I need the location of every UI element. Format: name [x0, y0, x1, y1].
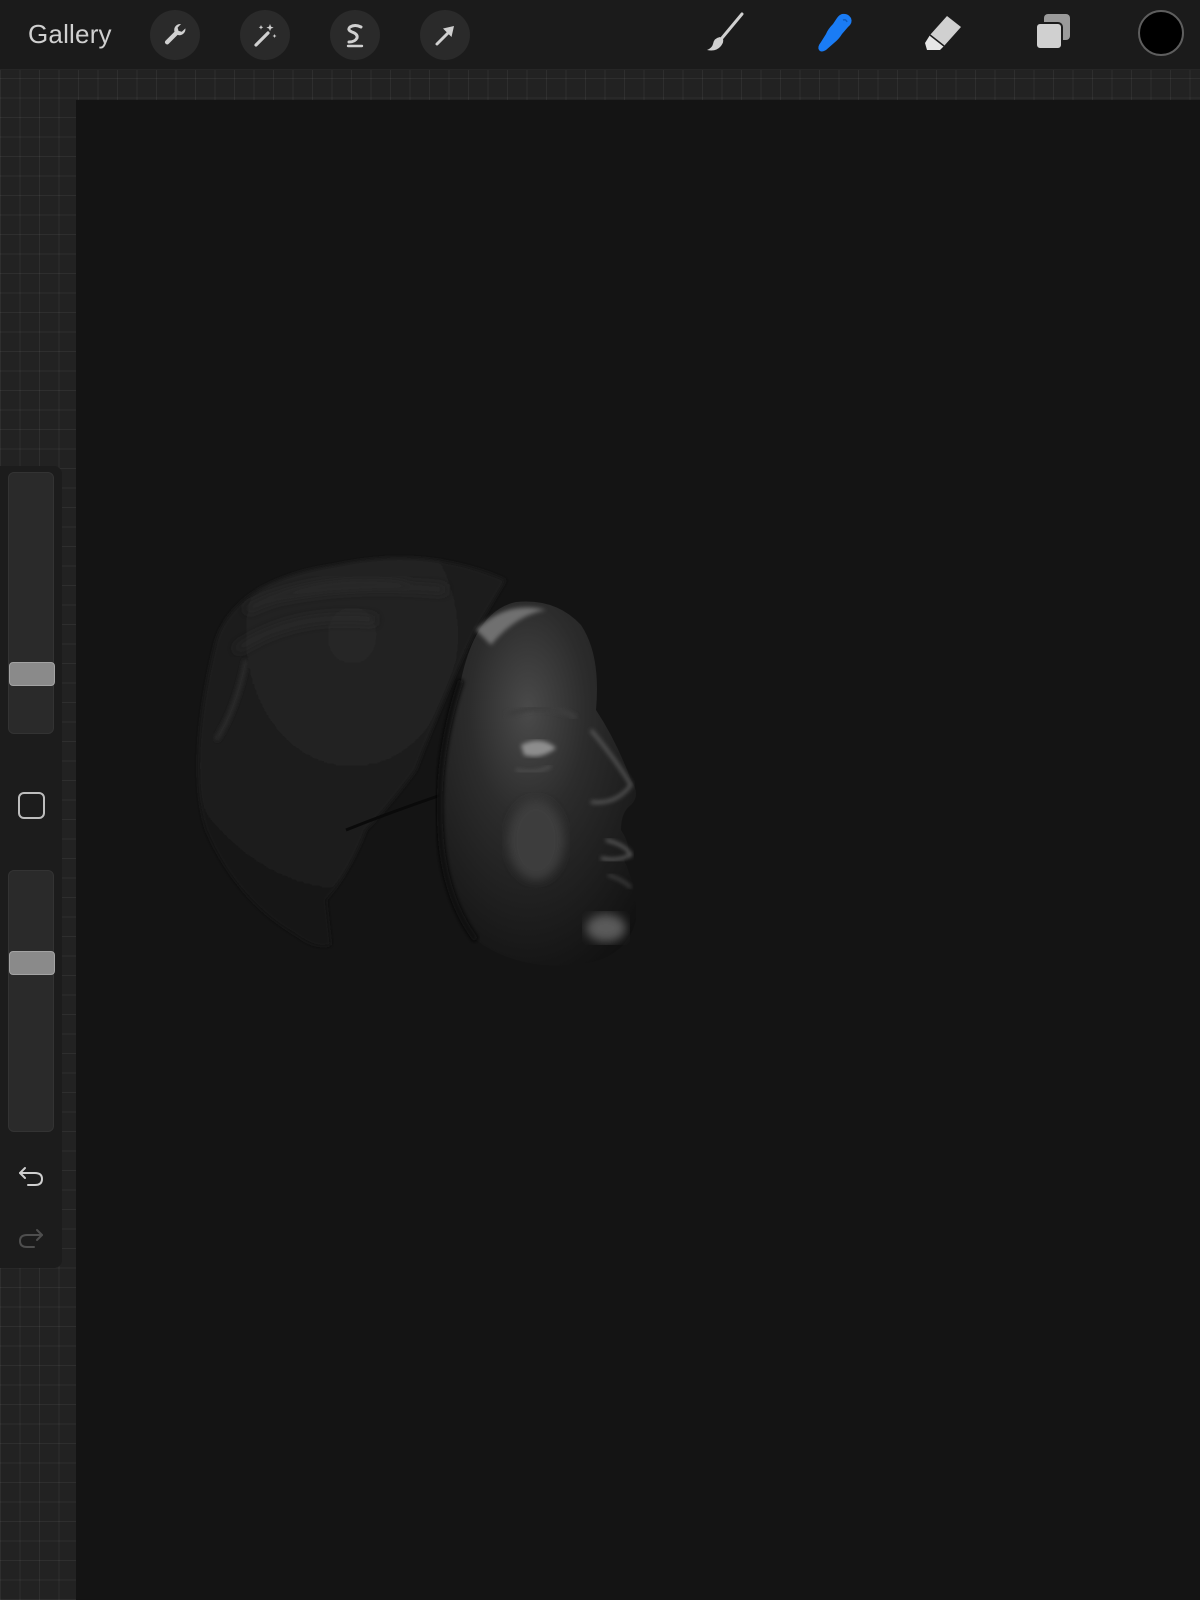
magic-wand-icon [250, 20, 280, 50]
layers-icon [1030, 10, 1076, 61]
eraser-icon [920, 10, 966, 61]
wrench-icon [160, 20, 190, 50]
redo-button[interactable] [16, 1223, 46, 1253]
arrow-cursor-icon [430, 20, 460, 50]
brush-opacity-slider[interactable] [8, 870, 55, 1132]
transform-button[interactable] [420, 10, 470, 60]
selection-s-icon [340, 20, 370, 50]
brush-size-slider-thumb[interactable] [9, 662, 55, 686]
drawing-canvas[interactable] [76, 100, 1200, 1600]
eraser-tool-button[interactable] [920, 12, 966, 58]
gallery-button[interactable]: Gallery [28, 18, 112, 50]
adjustments-button[interactable] [240, 10, 290, 60]
undo-arrow-icon [16, 1159, 46, 1194]
smudge-finger-icon [812, 10, 858, 61]
color-picker-swatch[interactable] [1138, 10, 1184, 56]
brush-opacity-slider-thumb[interactable] [9, 951, 55, 975]
brush-tool-button[interactable] [702, 12, 748, 58]
selection-button[interactable] [330, 10, 380, 60]
artwork-mask-portrait [176, 540, 776, 1145]
paintbrush-icon [702, 10, 748, 61]
modify-button[interactable] [18, 792, 45, 819]
layers-button[interactable] [1030, 12, 1076, 58]
top-toolbar: Gallery [0, 0, 1200, 70]
procreate-app: Gallery [0, 0, 1200, 1600]
actions-button[interactable] [150, 10, 200, 60]
sidebar [0, 466, 62, 1268]
smudge-tool-button[interactable] [812, 12, 858, 58]
brush-size-slider[interactable] [8, 472, 55, 734]
redo-arrow-icon [16, 1221, 46, 1256]
undo-button[interactable] [16, 1161, 46, 1191]
